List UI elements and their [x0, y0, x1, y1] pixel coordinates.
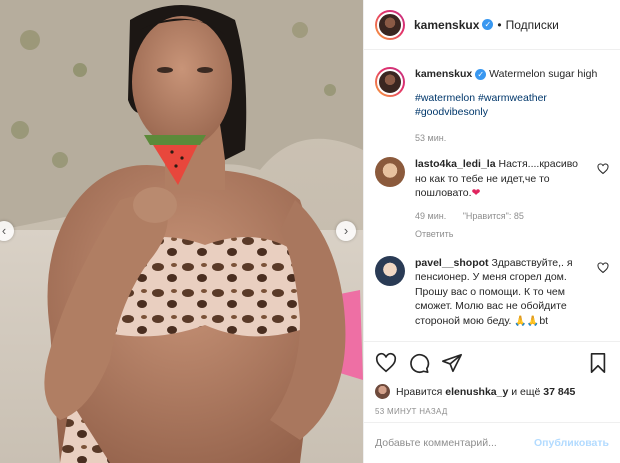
caption-avatar[interactable] — [375, 67, 405, 97]
likes-suffix: и ещё — [511, 385, 541, 398]
comment-likes[interactable]: "Нравится": 85 — [463, 211, 524, 221]
like-comment-heart-icon[interactable] — [597, 261, 609, 274]
likes-prefix: Нравится — [396, 385, 443, 398]
pray-emoji: 🙏🙏 — [514, 315, 540, 327]
liker-avatar[interactable] — [375, 384, 390, 399]
caption-time[interactable]: 53 мин. — [415, 133, 446, 143]
heart-emoji: ❤ — [471, 187, 481, 199]
chevron-right-icon[interactable]: › — [336, 221, 356, 241]
hashtag-link[interactable]: #watermelon — [415, 92, 475, 104]
commenter-username[interactable]: lasto4ka_ledi_la — [415, 158, 496, 170]
heart-icon[interactable] — [375, 352, 397, 374]
verified-icon: ✓ — [475, 69, 487, 80]
separator-dot: • — [497, 17, 502, 32]
caption-username[interactable]: kamenskux — [415, 68, 472, 80]
hashtag-link[interactable]: #warmweather — [478, 92, 547, 104]
reply-button[interactable]: Ответить — [415, 227, 591, 242]
likes-count[interactable]: 37 845 — [543, 386, 575, 398]
post-header: kamenskux ✓ • Подписки — [364, 0, 620, 50]
comment-item: pavel__shopot Здравствуйте,. я пенсионер… — [375, 255, 609, 330]
post-side-panel: kamenskux ✓ • Подписки kamenskux ✓ Waterm… — [363, 0, 620, 463]
commenter-avatar[interactable] — [375, 157, 405, 187]
verified-icon: ✓ — [482, 19, 494, 30]
post-actions: Нравится elenushka_y и ещё 37 845 53 МИН… — [364, 341, 620, 416]
comment-item: lasto4ka_ledi_la Настя....красиво но как… — [375, 157, 609, 242]
comment-icon[interactable] — [408, 352, 430, 374]
author-avatar[interactable] — [375, 9, 405, 40]
post-photo[interactable]: ‹ › — [0, 0, 363, 463]
liker-username[interactable]: elenushka_y — [445, 386, 508, 398]
photo-image — [0, 0, 363, 463]
following-button[interactable]: Подписки — [506, 18, 559, 32]
comment-composer: Опубликовать — [364, 422, 620, 463]
publish-button[interactable]: Опубликовать — [534, 437, 609, 449]
post-timestamp[interactable]: 53 МИНУТ НАЗАД — [375, 407, 609, 416]
caption-text: Watermelon sugar high — [489, 68, 598, 80]
share-icon[interactable] — [441, 352, 463, 374]
likes-summary: Нравится elenushka_y и ещё 37 845 — [375, 384, 609, 399]
commenter-avatar[interactable] — [375, 255, 405, 286]
bookmark-icon[interactable] — [587, 352, 609, 374]
caption: kamenskux ✓ Watermelon sugar high #waterm… — [375, 67, 609, 145]
hashtag-link[interactable]: #goodvibesonly — [415, 106, 488, 118]
commenter-username[interactable]: pavel__shopot — [415, 257, 489, 269]
like-comment-heart-icon[interactable] — [597, 163, 609, 175]
comments-list[interactable]: kamenskux ✓ Watermelon sugar high #waterm… — [364, 51, 620, 341]
author-username[interactable]: kamenskux — [414, 18, 479, 32]
comment-time[interactable]: 49 мин. — [415, 211, 446, 221]
comment-input[interactable] — [375, 437, 535, 449]
comment-suffix: bt — [539, 314, 549, 327]
